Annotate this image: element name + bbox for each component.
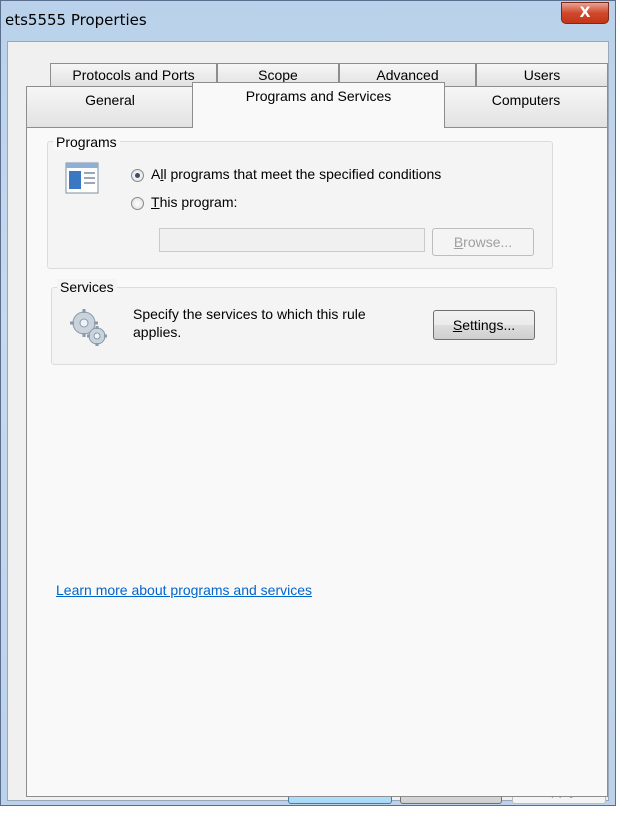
settings-button[interactable]: Settings...: [433, 310, 535, 340]
tab-users[interactable]: Users: [476, 63, 608, 86]
program-path-input[interactable]: [159, 228, 425, 252]
access-key: S: [452, 317, 463, 333]
label-part: his program:: [159, 194, 238, 210]
tab-computers[interactable]: Computers: [444, 86, 608, 128]
properties-window: ets5555 Properties X Protocols and Ports…: [0, 0, 616, 806]
learn-more-link[interactable]: Learn more about programs and services: [56, 582, 312, 598]
browse-button[interactable]: Browse...: [432, 228, 534, 256]
programs-group-label: Programs: [53, 134, 120, 150]
all-programs-radio[interactable]: [131, 169, 144, 182]
services-description-line2: applies.: [133, 324, 182, 340]
this-program-label[interactable]: This program:: [151, 194, 237, 210]
label-part: l programs that meet the specified condi…: [163, 166, 442, 182]
tab-general[interactable]: General: [26, 86, 194, 128]
all-programs-label[interactable]: All programs that meet the specified con…: [151, 166, 441, 182]
program-window-icon: [65, 162, 99, 194]
services-group-label: Services: [57, 279, 117, 295]
access-key: T: [151, 194, 160, 210]
access-key: B: [453, 234, 464, 250]
tab-label: Programs and Services: [245, 88, 392, 104]
title-bar[interactable]: ets5555 Properties X: [1, 1, 615, 41]
this-program-radio[interactable]: [131, 197, 144, 210]
tab-label: General: [85, 92, 135, 108]
tab-label: Scope: [258, 67, 298, 83]
close-button[interactable]: X: [561, 2, 609, 24]
tab-label: Users: [523, 67, 561, 83]
tab-panel-programs-and-services: Programs All programs that meet the spec…: [26, 127, 608, 797]
dialog-client-area: Protocols and Ports Scope Advanced Users…: [7, 41, 609, 804]
button-label: ettings...: [462, 317, 516, 333]
window-title: ets5555 Properties: [5, 11, 147, 29]
gears-icon: [70, 309, 107, 346]
tab-programs-and-services[interactable]: Programs and Services: [192, 82, 445, 128]
services-description-line1: Specify the services to which this rule: [133, 306, 366, 322]
label-part: A: [151, 166, 161, 182]
tab-label: Advanced: [376, 67, 439, 83]
button-label: rowse...: [463, 234, 513, 250]
tab-label: Computers: [491, 92, 561, 108]
tab-label: Protocols and Ports: [72, 67, 195, 83]
